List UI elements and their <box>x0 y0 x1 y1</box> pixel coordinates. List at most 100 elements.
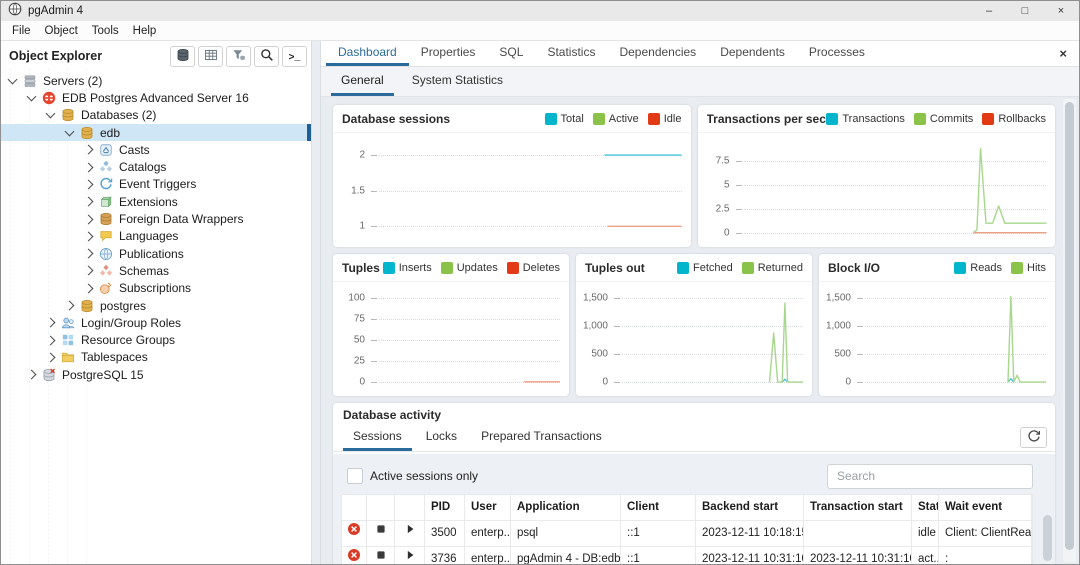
tree-item-schemas[interactable]: Schemas <box>1 262 311 279</box>
tree-item-label: Databases (2) <box>81 108 156 122</box>
database-icon <box>80 126 95 140</box>
tree-item-label: Catalogs <box>119 160 166 174</box>
chevron-right-icon[interactable] <box>46 352 56 362</box>
chevron-right-icon[interactable] <box>46 335 56 345</box>
charts-row-2: Tuples inInsertsUpdatesDeletes1007550250… <box>333 254 1055 396</box>
chart-plot: 1,5001,0005000 <box>819 281 1055 396</box>
tree-item-edb[interactable]: edb <box>1 124 311 141</box>
chevron-right-icon[interactable] <box>84 231 94 241</box>
legend-label: Idle <box>664 113 682 125</box>
details-icon <box>403 521 417 546</box>
chart-block-i-o: Block I/OReadsHits1,5001,0005000 <box>819 254 1055 396</box>
legend-swatch <box>545 113 557 125</box>
table-scrollbar-thumb[interactable] <box>1043 515 1052 561</box>
active-sessions-only-checkbox[interactable]: Active sessions only <box>347 468 478 484</box>
chevron-right-icon[interactable] <box>84 214 94 224</box>
chevron-down-icon[interactable] <box>27 91 37 101</box>
chevron-right-icon[interactable] <box>46 318 56 328</box>
close-button[interactable]: × <box>1043 1 1079 21</box>
tree-item-login-group-roles[interactable]: Login/Group Roles <box>1 314 311 331</box>
tree-item-extensions[interactable]: Extensions <box>1 193 311 210</box>
minimize-button[interactable]: – <box>971 1 1007 21</box>
legend-swatch <box>914 113 926 125</box>
tree-item-postgresql-15[interactable]: PostgreSQL 15 <box>1 366 311 383</box>
panel-splitter[interactable] <box>311 41 321 564</box>
details-button[interactable] <box>395 521 425 546</box>
casts-icon <box>99 143 114 157</box>
chevron-down-icon[interactable] <box>8 74 18 84</box>
activity-tab-locks[interactable]: Locks <box>416 424 467 451</box>
tree-item-event-triggers[interactable]: Event Triggers <box>1 176 311 193</box>
subtab-general[interactable]: General <box>331 67 394 96</box>
column-header-state: State <box>912 495 939 520</box>
subtab-system-statistics[interactable]: System Statistics <box>402 67 513 96</box>
tab-dependents[interactable]: Dependents <box>708 41 797 66</box>
tree-item-publications[interactable]: Publications <box>1 245 311 262</box>
chevron-right-icon[interactable] <box>84 145 94 155</box>
tab-sql[interactable]: SQL <box>487 41 535 66</box>
chevron-right-icon[interactable] <box>65 301 75 311</box>
tab-statistics[interactable]: Statistics <box>535 41 607 66</box>
tree-item-tablespaces[interactable]: Tablespaces <box>1 349 311 366</box>
menu-tools[interactable]: Tools <box>85 25 126 37</box>
legend-item-commits: Commits <box>914 113 973 125</box>
tab-properties[interactable]: Properties <box>409 41 488 66</box>
y-tick-label: 1,500 <box>583 292 608 303</box>
search-input[interactable] <box>827 464 1033 489</box>
maximize-button[interactable]: □ <box>1007 1 1043 21</box>
chevron-right-icon[interactable] <box>84 179 94 189</box>
chevron-right-icon[interactable] <box>84 197 94 207</box>
table-button[interactable] <box>198 46 223 67</box>
tab-dashboard[interactable]: Dashboard <box>326 41 409 66</box>
activity-tab-sessions[interactable]: Sessions <box>343 424 412 451</box>
tab-dependencies[interactable]: Dependencies <box>607 41 708 66</box>
tab-processes[interactable]: Processes <box>797 41 877 66</box>
legend-label: Rollbacks <box>998 113 1046 125</box>
terminal-button[interactable]: >_ <box>282 46 307 67</box>
dashboard-scrollbar-thumb[interactable] <box>1065 102 1074 550</box>
tree-item-databases-2[interactable]: Databases (2) <box>1 107 311 124</box>
y-axis-labels: 7.552.50 <box>698 143 738 237</box>
chevron-right-icon[interactable] <box>84 266 94 276</box>
menu-object[interactable]: Object <box>38 25 85 37</box>
tree-item-foreign-data-wrappers[interactable]: Foreign Data Wrappers <box>1 210 311 227</box>
schemas-icon <box>99 264 114 278</box>
plot-area <box>744 143 1047 237</box>
activity-tab-prepared-transactions[interactable]: Prepared Transactions <box>471 424 612 451</box>
search-button[interactable] <box>254 46 279 67</box>
column-header-client: Client <box>621 495 696 520</box>
tree-item-servers-2[interactable]: Servers (2) <box>1 72 311 89</box>
tree-item-subscriptions[interactable]: Subscriptions <box>1 280 311 297</box>
tree-item-postgres[interactable]: postgres <box>1 297 311 314</box>
tree-item-casts[interactable]: Casts <box>1 141 311 158</box>
menu-file[interactable]: File <box>5 25 38 37</box>
legend-swatch <box>742 262 754 274</box>
terminate-button[interactable] <box>342 547 367 564</box>
chevron-right-icon[interactable] <box>84 162 94 172</box>
chart-legend: TransactionsCommitsRollbacks <box>826 113 1046 125</box>
tree-item-resource-groups[interactable]: Resource Groups <box>1 331 311 348</box>
chevron-right-icon[interactable] <box>84 283 94 293</box>
stop-button[interactable] <box>367 521 395 546</box>
chevron-down-icon[interactable] <box>65 126 75 136</box>
panel-close-icon[interactable]: × <box>1047 41 1079 66</box>
chart-title: Tuples out <box>585 261 677 275</box>
tree-item-edb-postgres-advanced-server-16[interactable]: EDB Postgres Advanced Server 16 <box>1 89 311 106</box>
details-button[interactable] <box>395 547 425 564</box>
stop-button[interactable] <box>367 547 395 564</box>
cell-state: idle <box>912 521 939 546</box>
refresh-button[interactable] <box>1020 427 1047 448</box>
filter-button[interactable] <box>226 46 251 67</box>
dashboard-scrollbar[interactable] <box>1063 99 1076 562</box>
terminate-button[interactable] <box>342 521 367 546</box>
chevron-down-icon[interactable] <box>46 109 56 119</box>
chevron-right-icon[interactable] <box>84 249 94 259</box>
database-activity-panel: Database activity SessionsLocksPrepared … <box>333 403 1055 564</box>
checkbox-icon[interactable] <box>347 468 363 484</box>
connections-button[interactable] <box>170 46 195 67</box>
table-scrollbar[interactable] <box>1043 515 1052 564</box>
menu-help[interactable]: Help <box>126 25 164 37</box>
chevron-right-icon[interactable] <box>27 370 37 380</box>
tree-item-languages[interactable]: Languages <box>1 228 311 245</box>
tree-item-catalogs[interactable]: Catalogs <box>1 158 311 175</box>
